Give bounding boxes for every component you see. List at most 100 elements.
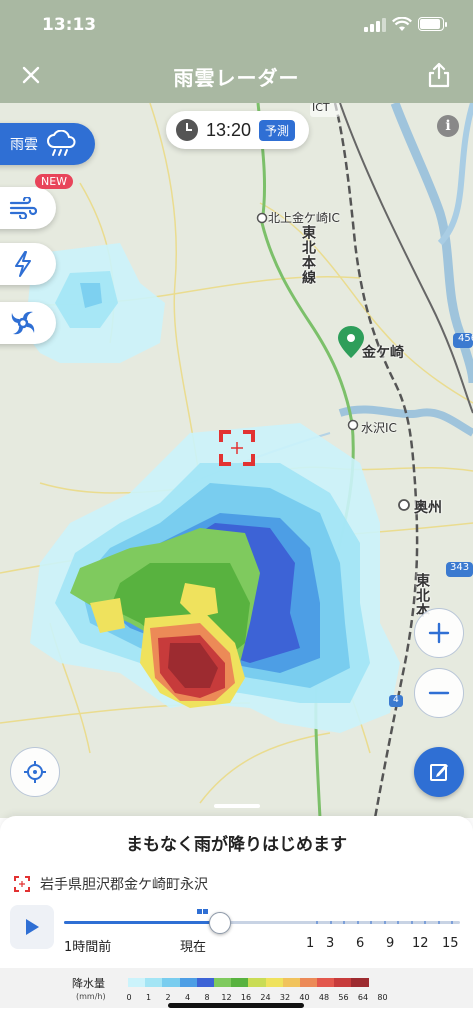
zoom-in-button[interactable] [414, 608, 464, 658]
legend-swatch [299, 978, 318, 987]
app-header: 13:13 雨雲レーダー [0, 0, 473, 103]
map-label-route-456: 456 [458, 333, 473, 344]
radar-map[interactable]: 北上金ケ崎IC 東北本線 金ケ崎 水沢IC 奥州 東北本 343 456 4 I… [0, 103, 473, 818]
timeline-label-9h: 9 [386, 936, 395, 951]
timeline-dot [383, 921, 386, 924]
legend-swatch [334, 978, 352, 987]
typhoon-icon [11, 311, 35, 335]
map-label-mizusawa-ic: 水沢IC [361, 421, 397, 435]
map-label-kitakami-ic: 北上金ケ崎IC [268, 211, 340, 225]
legend-value: 32 [279, 993, 291, 1002]
map-canvas[interactable] [0, 103, 473, 818]
plus-icon [428, 622, 450, 644]
legend-value: 0 [126, 993, 132, 1002]
legend-value: 8 [204, 993, 210, 1002]
location-row: 岩手県胆沢郡金ケ崎町永沢 [14, 874, 208, 894]
timeline-label-3h: 3 [326, 936, 335, 951]
precipitation-legend: 降水量 (mm/h) 0 1 2 4 8 12 16 24 32 40 48 56 64 80 [0, 968, 473, 1008]
play-icon [26, 919, 39, 935]
status-bar: 13:13 [0, 0, 473, 50]
layer-wind-button[interactable] [0, 187, 56, 229]
legend-swatch [248, 978, 266, 987]
legend-color-bar [128, 978, 369, 987]
timeline-label-now: 現在 [180, 940, 207, 955]
timeline-dot [343, 921, 345, 924]
share-icon [428, 62, 450, 88]
legend-swatch [351, 978, 369, 987]
wifi-icon [392, 17, 412, 31]
info-icon: i [445, 118, 451, 134]
legend-swatch [179, 978, 197, 987]
legend-value: 24 [260, 993, 271, 1002]
target-marker-icon [14, 876, 30, 892]
bottom-sheet: まもなく雨が降りはじめます 岩手県胆沢郡金ケ崎町永沢 1時間前 現在 1 3 6… [0, 804, 473, 1024]
edit-button[interactable] [414, 747, 464, 797]
layer-rain-button[interactable]: 雨雲 [0, 123, 95, 165]
legend-swatch [231, 978, 249, 987]
forecast-badge: 予測 [259, 119, 296, 141]
map-label-route-4: 4 [393, 695, 399, 705]
layer-typhoon-button[interactable] [0, 302, 56, 344]
minus-icon [428, 691, 450, 695]
legend-swatch [145, 978, 163, 987]
forecast-time: 13:20 [206, 119, 252, 140]
map-label-kanegasaki: 金ケ崎 [362, 345, 404, 361]
location-marker-icon [338, 326, 364, 358]
timeline-dot [397, 921, 399, 924]
legend-value: 80 [377, 993, 388, 1002]
timeline-knob[interactable] [209, 912, 232, 934]
timeline-dot [437, 921, 440, 924]
forecast-time-pill[interactable]: 13:20 予測 [166, 111, 309, 149]
locate-button[interactable] [10, 747, 60, 797]
timeline-track-fill [64, 921, 223, 924]
clock-icon [176, 119, 198, 141]
legend-title: 降水量 [72, 977, 105, 990]
zoom-out-button[interactable] [414, 668, 464, 718]
map-label-rail-line: 東北本線 [300, 225, 316, 285]
legend-value: 64 [357, 993, 369, 1002]
legend-unit: (mm/h) [76, 992, 106, 1001]
layer-lightning-button[interactable] [0, 243, 56, 285]
timeline-label-past: 1時間前 [64, 940, 112, 955]
timeline-label-1h: 1 [306, 936, 315, 951]
battery-icon [418, 17, 447, 31]
new-badge: NEW [35, 174, 74, 189]
home-indicator [168, 1003, 304, 1008]
legend-swatch [213, 978, 232, 987]
layer-rain-label: 雨雲 [10, 137, 38, 153]
location-name: 岩手県胆沢郡金ケ崎町永沢 [40, 877, 208, 893]
sheet-grabber[interactable] [214, 804, 260, 808]
map-label-route-343: 343 [450, 562, 470, 573]
rain-cloud-icon [47, 130, 76, 156]
legend-value: 1 [145, 993, 152, 1002]
wind-icon [9, 197, 37, 219]
play-button[interactable] [10, 905, 54, 949]
lightning-icon [15, 251, 31, 277]
legend-value: 16 [240, 993, 252, 1002]
timeline-dot [316, 921, 318, 924]
legend-swatch [162, 978, 180, 987]
timeline-dot [370, 921, 372, 924]
timeline-label-12h: 12 [412, 936, 429, 951]
info-button[interactable]: i [437, 115, 459, 137]
timeline-dot [424, 921, 426, 924]
timeline-label-6h: 6 [356, 936, 365, 951]
timeline-dot [451, 921, 453, 924]
legend-value: 56 [338, 993, 349, 1002]
timeline-dot [356, 921, 359, 924]
legend-swatch [317, 978, 335, 987]
map-label-oshu: 奥州 [414, 500, 442, 516]
legend-swatch [128, 978, 146, 987]
forecast-message: まもなく雨が降りはじめます [126, 835, 347, 855]
legend-swatch [282, 978, 300, 987]
legend-value: 2 [165, 993, 171, 1002]
legend-swatch [196, 978, 214, 987]
timeline-slider[interactable] [64, 912, 460, 934]
locate-icon [24, 761, 46, 783]
legend-value: 40 [299, 993, 310, 1002]
timeline-label-15h: 15 [442, 936, 459, 951]
legend-value: 4 [184, 993, 191, 1002]
timeline-dot [410, 921, 413, 924]
legend-value: 48 [318, 993, 330, 1002]
share-button[interactable] [422, 58, 456, 92]
